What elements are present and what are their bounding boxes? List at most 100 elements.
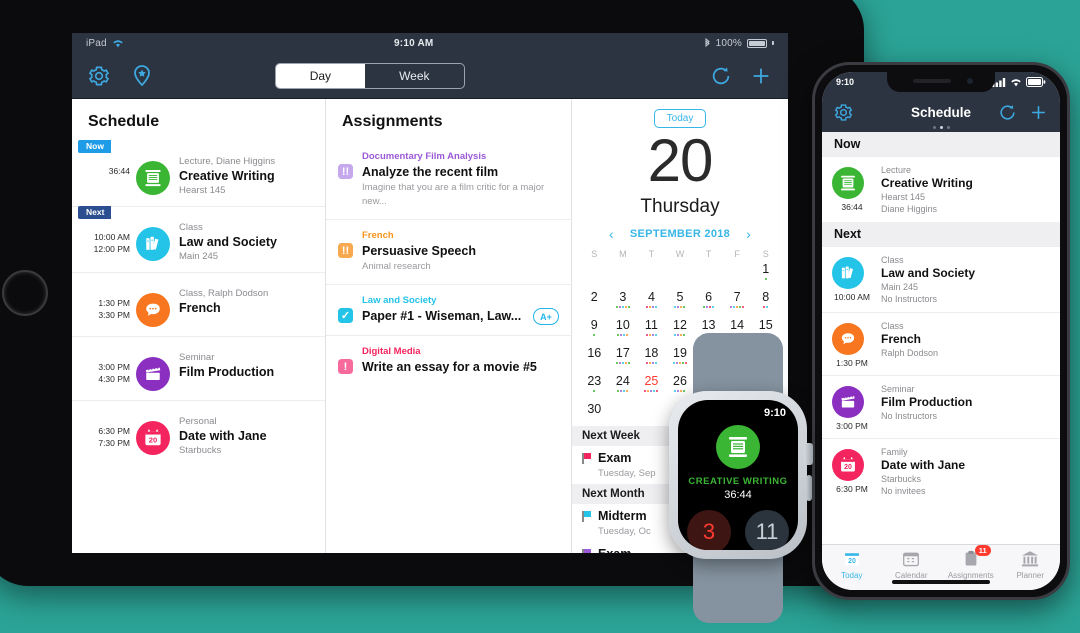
plus-icon[interactable] — [750, 65, 772, 87]
schedule-times: 10:00 AM 12:00 PM — [78, 215, 130, 263]
iphone-tab-label: Planner — [1016, 571, 1045, 580]
schedule-time: 36:44 — [108, 166, 130, 176]
calendar-day-cell[interactable]: 7 — [723, 289, 752, 314]
iphone-row-time: 1:30 PM — [836, 358, 868, 368]
calendar-day-cell[interactable]: 4 — [637, 289, 666, 314]
assignment-grade-badge: A+ — [533, 308, 559, 325]
svg-text:20: 20 — [844, 464, 852, 471]
schedule-time: 12:00 PM — [93, 244, 130, 254]
upcoming-subtitle: Tuesday, Sep — [598, 468, 656, 479]
schedule-info: Class Law and Society Main 245 — [179, 215, 277, 263]
calendar-day-cell[interactable]: 23 — [580, 373, 609, 398]
assignment-status-box[interactable]: !! — [338, 164, 353, 179]
ipad-home-button[interactable] — [2, 270, 48, 316]
side-button-icon[interactable] — [806, 475, 812, 501]
assignment-row[interactable]: ! Digital Media Write an essay for a movie… — [326, 335, 571, 386]
calendar-day-cell[interactable]: 8 — [751, 289, 780, 314]
calendar-day-cell[interactable]: 9 — [580, 317, 609, 342]
gear-icon[interactable] — [88, 65, 110, 87]
svg-text:20: 20 — [848, 558, 856, 565]
flag-icon — [582, 549, 591, 553]
iphone-schedule-row[interactable]: 20 6:30 PM Family Date with Jane Starbucks No… — [822, 438, 1060, 504]
calendar-day-dots — [615, 306, 630, 309]
calendar-day-cell[interactable]: 17 — [609, 345, 638, 370]
chevron-left-icon[interactable]: ‹ — [609, 226, 614, 242]
calendar-empty-cell — [723, 261, 752, 286]
calendar-day-cell[interactable]: 1 — [751, 261, 780, 286]
calendar-day-number: 15 — [758, 318, 773, 332]
iphone-row-left: 1:30 PM — [832, 320, 872, 368]
calendar-day-cell[interactable]: 24 — [609, 373, 638, 398]
segment-day[interactable]: Day — [275, 63, 366, 88]
day-week-segmented-control[interactable]: Day Week — [274, 62, 465, 89]
calendar-day-cell[interactable]: 3 — [609, 289, 638, 314]
schedule-subtitle: Seminar — [179, 352, 215, 363]
calendar-day-cell[interactable]: 2 — [580, 289, 609, 314]
schedule-time: 1:30 PM — [98, 298, 130, 308]
iphone-row-left: 10:00 AM — [832, 254, 872, 305]
iphone-tab-planner[interactable]: Planner — [1001, 549, 1061, 580]
calendar-day-cell[interactable]: 5 — [666, 289, 695, 314]
calendar-day-cell[interactable]: 6 — [694, 289, 723, 314]
segment-week[interactable]: Week — [365, 64, 463, 88]
iphone-tab-label: Today — [841, 571, 863, 580]
calendar-day-cell[interactable]: 16 — [580, 345, 609, 370]
iphone-row-info: Family Date with Jane Starbucks No invitees — [881, 446, 965, 497]
watch-metric[interactable]: 11ASSIGNMENTS — [745, 510, 789, 550]
assignment-status-box[interactable]: !! — [338, 243, 353, 258]
iphone-schedule-row[interactable]: 36:44 Lecture Creative Writing Hearst 145 Di… — [822, 156, 1060, 222]
calendar-day-number: 30 — [587, 402, 602, 416]
assignment-row[interactable]: !! French Persuasive Speech Animal research — [326, 219, 571, 284]
iphone-tab-calendar[interactable]: Calendar — [882, 549, 942, 580]
assignment-description: Animal research — [362, 261, 431, 272]
iphone-tab-assignments[interactable]: 11 Assignments — [941, 545, 1001, 580]
calendar-day-dots — [674, 306, 686, 309]
calendar-empty-cell — [637, 261, 666, 286]
schedule-row[interactable]: Now 36:44 Lecture, Diane Higgins Creative W… — [72, 140, 325, 206]
iphone-row-subtitle: Class — [881, 255, 904, 265]
schedule-row[interactable]: Next 10:00 AM 12:00 PM Class Law and Society… — [72, 206, 325, 272]
location-pin-icon[interactable] — [132, 64, 152, 88]
calendar-day-number: 11 — [644, 318, 658, 332]
iphone-row-title: Film Production — [881, 395, 973, 409]
schedule-subtitle: Class — [179, 222, 203, 233]
assignment-course: Documentary Film Analysis — [362, 151, 487, 162]
refresh-icon[interactable] — [710, 65, 732, 87]
watch-metric[interactable]: 3EXAMS — [687, 510, 731, 550]
iphone-tab-label: Assignments — [947, 571, 994, 580]
schedule-row[interactable]: 1:30 PM 3:30 PM Class, Ralph Dodson French — [72, 272, 325, 336]
iphone-tab-label: Calendar — [895, 571, 928, 580]
iphone-row-left: 3:00 PM — [832, 383, 872, 431]
assignment-status-box[interactable]: ! — [338, 359, 353, 374]
calendar-day-number: 6 — [705, 290, 713, 304]
schedule-row[interactable]: 6:30 PM 7:30 PM 20 Personal Date with Jane St… — [72, 400, 325, 466]
assignment-status-box[interactable]: ✓ — [338, 308, 353, 323]
schedule-info: Lecture, Diane Higgins Creative Writing He… — [179, 149, 275, 197]
today-button[interactable]: Today — [654, 109, 706, 128]
speaker-icon — [913, 79, 951, 83]
iphone-tab-today[interactable]: 20 Today — [822, 549, 882, 580]
assignment-row[interactable]: ✓ Law and Society Paper #1 - Wiseman, Law.… — [326, 284, 571, 335]
iphone-schedule-row[interactable]: 10:00 AM Class Law and Society Main 245 No I… — [822, 246, 1060, 312]
calendar-day-cell[interactable]: 10 — [609, 317, 638, 342]
iphone-schedule-row[interactable]: 3:00 PM Seminar Film Production No Instruct… — [822, 375, 1060, 438]
calendar-weekday: F — [734, 249, 740, 259]
calendar-day-dots — [763, 306, 769, 309]
calendar-day-dots — [615, 362, 630, 365]
chevron-right-icon[interactable]: › — [746, 226, 751, 242]
calendar-day-cell[interactable]: 30 — [580, 401, 609, 426]
home-indicator[interactable] — [892, 580, 990, 584]
schedule-event-title: Creative Writing — [179, 169, 275, 183]
calendar-day-number: 12 — [673, 318, 687, 332]
wifi-icon — [1011, 78, 1021, 86]
schedule-row[interactable]: 3:00 PM 4:30 PM Seminar Film Production — [72, 336, 325, 400]
digital-crown-icon[interactable] — [804, 443, 813, 465]
schedule-list: Now 36:44 Lecture, Diane Higgins Creative W… — [72, 140, 325, 466]
assignment-row[interactable]: !! Documentary Film Analysis Analyze the r… — [326, 141, 571, 219]
calendar-weekday: T — [648, 249, 655, 259]
schedule-info: Personal Date with Jane Starbucks — [179, 409, 267, 457]
calendar-weekday: M — [619, 249, 627, 259]
iphone-schedule-row[interactable]: 1:30 PM Class French Ralph Dodson — [822, 312, 1060, 375]
iphone-row-info: Class Law and Society Main 245 No Instructo… — [881, 254, 975, 305]
iphone-row-subtitle: Lecture — [881, 165, 912, 175]
